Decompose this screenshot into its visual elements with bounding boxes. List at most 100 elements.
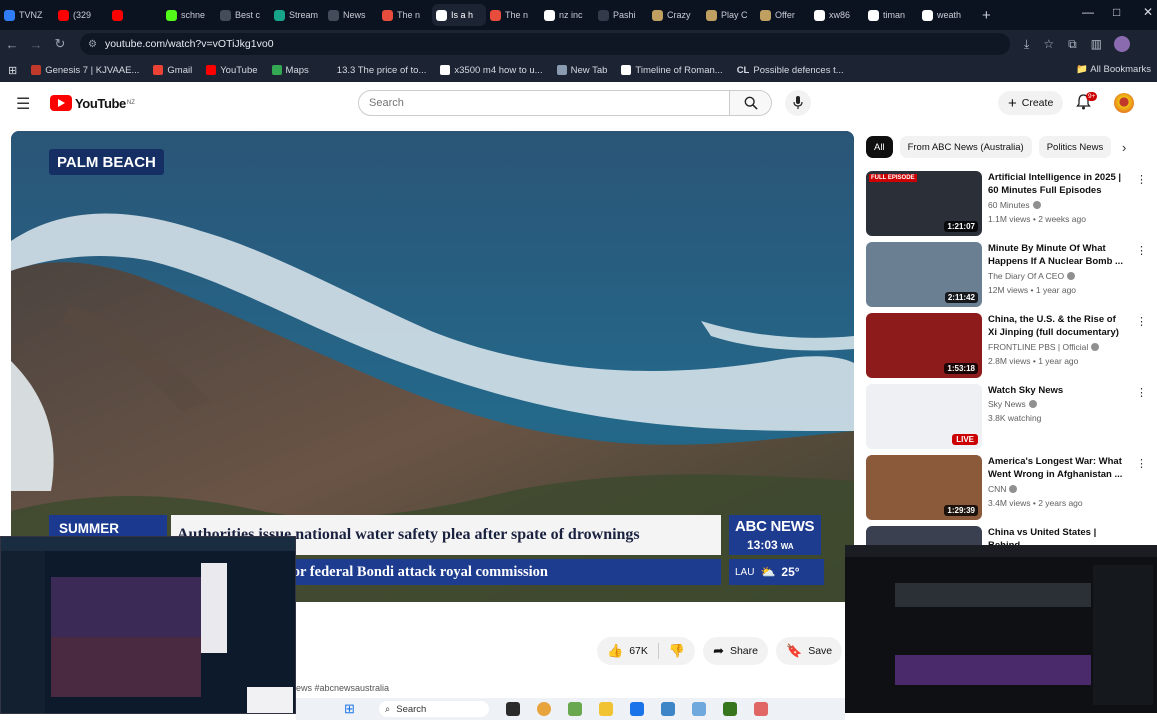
browser-tab[interactable]: The n	[378, 4, 432, 26]
recommended-video[interactable]: 1:53:18 China, the U.S. & the Rise of Xi …	[866, 313, 1147, 379]
video-title[interactable]: Minute By Minute Of What Happens If A Nu…	[988, 242, 1124, 268]
filter-chip[interactable]: Politics News	[1038, 136, 1112, 158]
forward-icon[interactable]: →	[24, 37, 48, 52]
browser-tab[interactable]: (329	[54, 4, 108, 26]
channel-name[interactable]: Sky News	[988, 399, 1037, 409]
browser-tab[interactable]: TVNZ	[0, 4, 54, 26]
all-bookmarks-button[interactable]: 📁 All Bookmarks	[1076, 64, 1151, 75]
browser-tab[interactable]: Is a h	[432, 4, 486, 26]
taskbar-app-icon[interactable]	[691, 702, 706, 716]
thumbs-down-icon[interactable]: 👎	[669, 643, 685, 659]
taskbar-app-icon[interactable]	[753, 702, 768, 716]
video-thumbnail[interactable]: 1:53:18	[866, 313, 982, 378]
all-bookmarks-label: All Bookmarks	[1090, 64, 1151, 75]
channel-name[interactable]: FRONTLINE PBS | Official	[988, 342, 1100, 352]
video-player[interactable]: PALM BEACH SUMMER Authorities issue nati…	[11, 131, 854, 602]
recommended-video[interactable]: FULL EPISODE 1:21:07 Artificial Intelligen…	[866, 171, 1147, 237]
video-thumbnail[interactable]: 2:11:42	[866, 242, 982, 307]
share-button[interactable]: ➦ Share	[703, 637, 768, 665]
browser-tab[interactable]: timan	[864, 4, 918, 26]
filter-chip[interactable]: From ABC News (Australia)	[899, 136, 1032, 158]
more-options-icon[interactable]: ⋮	[1136, 457, 1147, 470]
browser-tab[interactable]: weath	[918, 4, 972, 26]
overlay-window-kick[interactable]	[845, 545, 1157, 713]
bookmark-item[interactable]: Maps	[271, 65, 309, 76]
taskbar-search[interactable]: ⌕ Search	[378, 701, 489, 717]
channel-name[interactable]: CNN	[988, 484, 1018, 494]
windows-start-icon[interactable]: ⊞	[344, 701, 355, 717]
create-button[interactable]: + Create	[998, 91, 1064, 115]
bookmark-item[interactable]: Genesis 7 | KJVAAE...	[31, 65, 139, 76]
channel-name[interactable]: The Diary Of A CEO	[988, 271, 1076, 281]
new-tab-icon[interactable]: +	[982, 7, 991, 24]
extensions-icon[interactable]: ⧉	[1068, 37, 1077, 52]
video-title[interactable]: Watch Sky News	[988, 384, 1124, 397]
like-button[interactable]: 👍 67K	[607, 643, 659, 659]
more-options-icon[interactable]: ⋮	[1136, 173, 1147, 186]
video-thumbnail[interactable]: LIVE	[866, 384, 982, 449]
account-avatar[interactable]	[1114, 93, 1134, 113]
video-thumbnail[interactable]: 1:29:39	[866, 455, 982, 520]
browser-tab[interactable]: Pashi	[594, 4, 648, 26]
close-window-icon[interactable]: ✕	[1143, 5, 1153, 19]
minimize-icon[interactable]: —	[1082, 5, 1094, 19]
browser-tab[interactable]: schne	[162, 4, 216, 26]
search-input[interactable]	[358, 90, 730, 116]
video-thumbnail[interactable]: FULL EPISODE 1:21:07	[866, 171, 982, 236]
taskbar-app-icon[interactable]	[505, 702, 520, 716]
taskbar-app-icon[interactable]	[660, 702, 675, 716]
video-title[interactable]: China, the U.S. & the Rise of Xi Jinping…	[988, 313, 1124, 339]
browser-tab[interactable]: Crazy	[648, 4, 702, 26]
hamburger-menu-icon[interactable]: ☰	[16, 94, 30, 114]
overlay-window-casino[interactable]	[0, 536, 296, 714]
bookmark-item[interactable]: CL Possible defences t...	[737, 65, 844, 76]
bookmark-item[interactable]: Gmail	[153, 65, 192, 76]
recommended-video[interactable]: LIVE Watch Sky News Sky News 3.8K watching ⋮	[866, 384, 1147, 450]
chevron-right-icon[interactable]: ›	[1122, 140, 1126, 155]
taskbar-app-icon[interactable]	[567, 702, 582, 716]
bookmark-item[interactable]: 13.3 The price of to...	[322, 65, 426, 76]
install-icon[interactable]: ⤓	[1024, 37, 1029, 52]
site-info-icon[interactable]: ⚙	[88, 39, 97, 50]
bookmark-item[interactable]: New Tab	[556, 65, 607, 76]
browser-tab[interactable]	[108, 4, 162, 26]
more-options-icon[interactable]: ⋮	[1136, 244, 1147, 257]
profile-avatar[interactable]	[1114, 36, 1130, 52]
recommended-video[interactable]: 2:11:42 Minute By Minute Of What Happens …	[866, 242, 1147, 308]
tab-label: Best c	[235, 10, 261, 20]
url-field[interactable]: ⚙ youtube.com/watch?v=vOTiJkg1vo0	[80, 33, 1010, 55]
browser-tab[interactable]: nz inc	[540, 4, 594, 26]
more-options-icon[interactable]: ⋮	[1136, 386, 1147, 399]
video-title[interactable]: America's Longest War: What Went Wrong i…	[988, 455, 1124, 481]
filter-chip[interactable]: All	[866, 136, 893, 158]
maximize-icon[interactable]: □	[1113, 5, 1120, 19]
search-button[interactable]	[730, 90, 772, 116]
browser-tab[interactable]: Play C	[702, 4, 756, 26]
save-button[interactable]: 🔖 Save	[776, 637, 843, 665]
bookmark-item[interactable]: Timeline of Roman...	[621, 65, 723, 76]
youtube-logo[interactable]: YouTube NZ	[50, 95, 135, 111]
bookmark-item[interactable]: YouTube	[206, 65, 258, 76]
apps-icon[interactable]: ⊞	[8, 64, 17, 77]
voice-search-button[interactable]	[785, 90, 811, 116]
browser-tab[interactable]: News	[324, 4, 378, 26]
browser-tab[interactable]: Stream	[270, 4, 324, 26]
bookmark-star-icon[interactable]: ☆	[1043, 37, 1054, 51]
reload-icon[interactable]: ↻	[48, 36, 72, 52]
browser-tab[interactable]: The n	[486, 4, 540, 26]
sidebar-icon[interactable]: ▥	[1091, 37, 1102, 51]
video-title[interactable]: Artificial Intelligence in 2025 | 60 Min…	[988, 171, 1124, 197]
back-icon[interactable]: ←	[0, 37, 24, 52]
weather-strip: LAU ⛅ 25°	[729, 559, 824, 585]
file-explorer-icon[interactable]	[598, 702, 613, 716]
browser-tab[interactable]: Offer	[756, 4, 810, 26]
recommended-video[interactable]: 1:29:39 America's Longest War: What Went …	[866, 455, 1147, 521]
taskbar-app-icon[interactable]	[722, 702, 737, 716]
bookmark-item[interactable]: x3500 m4 how to u...	[440, 65, 543, 76]
channel-name[interactable]: 60 Minutes	[988, 200, 1041, 210]
edge-browser-icon[interactable]	[629, 702, 644, 716]
browser-tab[interactable]: Best c	[216, 4, 270, 26]
browser-tab[interactable]: xw86	[810, 4, 864, 26]
chrome-taskbar-icon[interactable]	[536, 702, 551, 716]
more-options-icon[interactable]: ⋮	[1136, 315, 1147, 328]
